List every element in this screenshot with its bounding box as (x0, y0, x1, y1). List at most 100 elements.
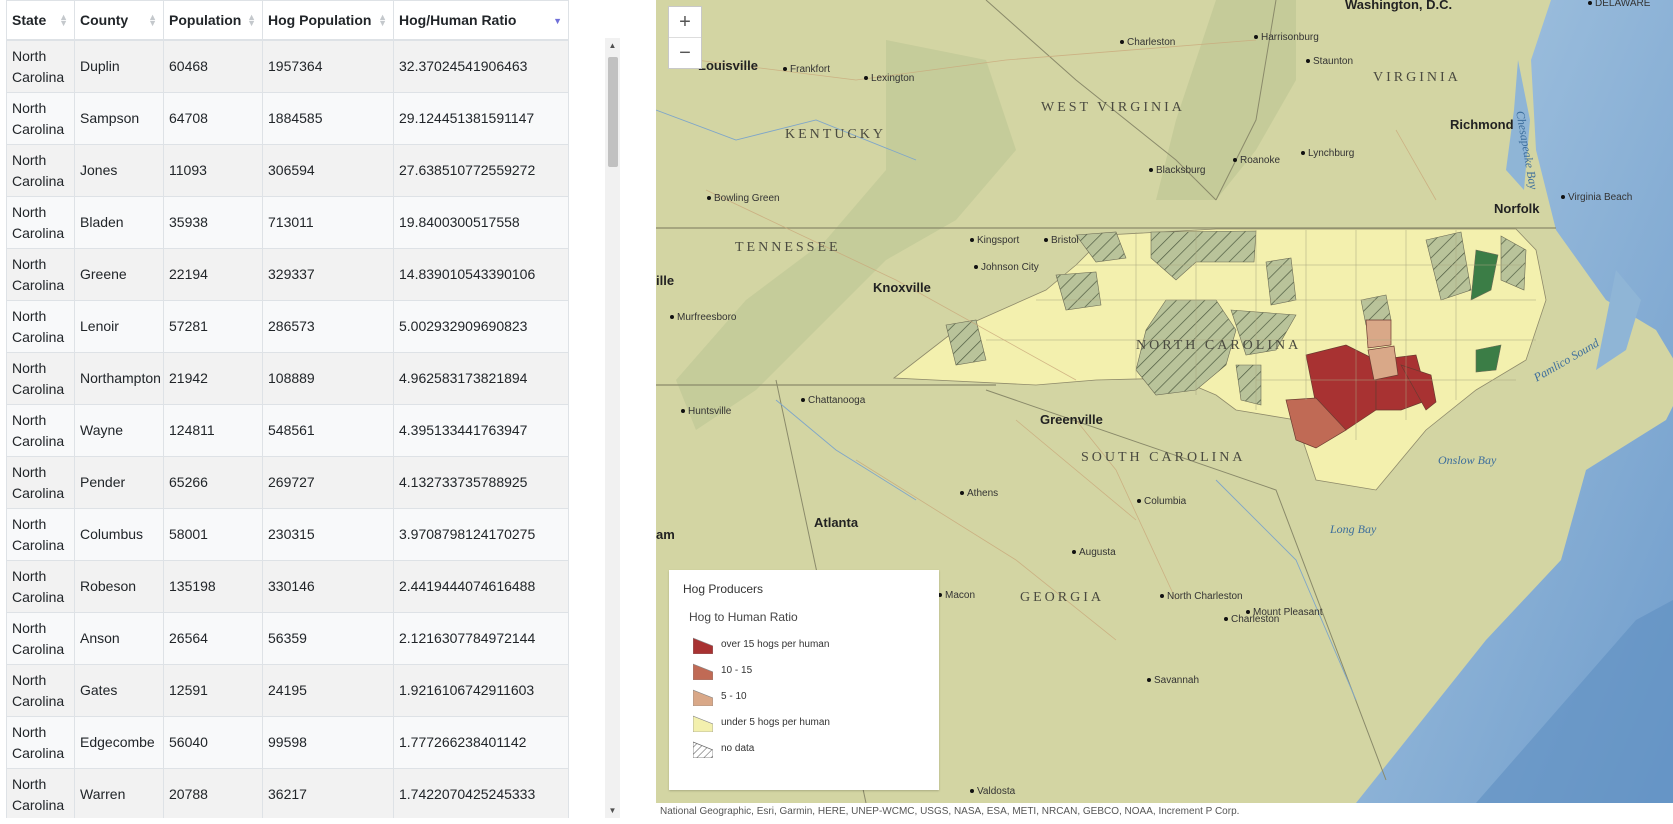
county-cell: Greene (74, 248, 164, 301)
table-row[interactable]: North Carolina Greene 22194 329337 14.839010… (6, 248, 569, 301)
county-cell: Sampson (74, 92, 164, 145)
map-place-label: Onslow Bay (1438, 453, 1497, 467)
map-place-label: Murfreesboro (670, 312, 736, 323)
legend-label: over 15 hogs per human (721, 639, 830, 650)
hog-population-cell: 286573 (262, 300, 394, 353)
table-row[interactable]: North Carolina Sampson 64708 1884585 29.1244… (6, 92, 569, 145)
table-scrollbar[interactable]: ▲ ▼ (605, 38, 620, 818)
scroll-down-arrow-icon[interactable]: ▼ (605, 803, 620, 818)
map-place-label: Johnson City (974, 262, 1039, 273)
state-cell: North Carolina (6, 248, 75, 301)
table-header-row: State ▲ ▼ County ▲ ▼ Population ▲ ▼ Hog Popula… (6, 0, 569, 41)
column-header-population[interactable]: Population ▲ ▼ (163, 0, 263, 41)
table-row[interactable]: North Carolina Warren 20788 36217 1.74220704… (6, 768, 569, 818)
hog-human-ratio-cell: 4.132733735788925 (393, 456, 569, 509)
hog-population-cell: 329337 (262, 248, 394, 301)
population-cell: 57281 (163, 300, 263, 353)
scrollbar-thumb[interactable] (608, 57, 618, 167)
table-row[interactable]: North Carolina Anson 26564 56359 2.121630778… (6, 612, 569, 665)
map-place-label: Lexington (864, 73, 914, 84)
sort-icon[interactable]: ▲ ▼ (378, 13, 387, 28)
column-header-hog-human-ratio[interactable]: Hog/Human Ratio ▼ (393, 0, 569, 41)
legend-swatch-icon (692, 688, 714, 707)
map-place-label: ille (656, 273, 675, 288)
zoom-controls: + − (668, 6, 702, 69)
hog-population-cell: 1884585 (262, 92, 394, 145)
hog-human-ratio-cell: 3.9708798124170275 (393, 508, 569, 561)
sort-icon[interactable]: ▲ ▼ (59, 13, 68, 28)
column-header-hog-population[interactable]: Hog Population ▲ ▼ (262, 0, 394, 41)
state-cell: North Carolina (6, 39, 75, 93)
map-place-label: Chattanooga (801, 395, 865, 406)
county-cell: Robeson (74, 560, 164, 613)
map-place-label: TENNESSEE (735, 240, 841, 255)
table-row[interactable]: North Carolina Northampton 21942 108889 4.96… (6, 352, 569, 405)
sort-icon[interactable]: ▲ ▼ (148, 13, 157, 28)
map-place-label: Kingsport (970, 235, 1019, 246)
city-marker-icon (783, 67, 787, 72)
map-place-label: Savannah (1147, 675, 1199, 686)
zoom-in-button[interactable]: + (669, 7, 701, 38)
hog-human-ratio-cell: 1.777266238401142 (393, 716, 569, 769)
table-row[interactable]: North Carolina Duplin 60468 1957364 32.37024… (6, 39, 569, 93)
table-row[interactable]: North Carolina Edgecombe 56040 99598 1.77726… (6, 716, 569, 769)
city-marker-icon (1306, 59, 1310, 64)
state-cell: North Carolina (6, 612, 75, 665)
map-place-label: Staunton (1306, 56, 1353, 67)
column-header-county[interactable]: County ▲ ▼ (74, 0, 164, 41)
legend-swatch-icon (692, 740, 714, 759)
legend-label: no data (721, 743, 755, 754)
table-row[interactable]: North Carolina Robeson 135198 330146 2.44194… (6, 560, 569, 613)
population-cell: 22194 (163, 248, 263, 301)
table-row[interactable]: North Carolina Lenoir 57281 286573 5.0029329… (6, 300, 569, 353)
table-row[interactable]: North Carolina Pender 65266 269727 4.1327337… (6, 456, 569, 509)
map-place-label: Bowling Green (707, 193, 780, 204)
map-place-label: VIRGINIA (1373, 70, 1461, 85)
population-cell: 35938 (163, 196, 263, 249)
population-cell: 20788 (163, 768, 263, 818)
population-cell: 65266 (163, 456, 263, 509)
city-marker-icon (1120, 40, 1124, 45)
population-cell: 124811 (163, 404, 263, 457)
table-row[interactable]: North Carolina Gates 12591 24195 1.921610674… (6, 664, 569, 717)
state-cell: North Carolina (6, 768, 75, 818)
hog-human-ratio-cell: 1.7422070425245333 (393, 768, 569, 818)
city-marker-icon (1588, 1, 1592, 6)
city-marker-icon (1149, 168, 1153, 173)
map-place-label: Norfolk (1494, 201, 1540, 216)
state-cell: North Carolina (6, 92, 75, 145)
legend-swatch-icon (692, 662, 714, 681)
population-cell: 56040 (163, 716, 263, 769)
city-marker-icon (1137, 499, 1141, 504)
table-row[interactable]: North Carolina Jones 11093 306594 27.6385107… (6, 144, 569, 197)
county-cell: Pender (74, 456, 164, 509)
map-place-label: Charleston (1120, 37, 1175, 48)
scroll-up-arrow-icon[interactable]: ▲ (605, 38, 620, 53)
map-place-label: Bristol (1044, 235, 1079, 246)
county-cell: Gates (74, 664, 164, 717)
map-place-label: Lynchburg (1301, 148, 1354, 159)
table-row[interactable]: North Carolina Bladen 35938 713011 19.840030… (6, 196, 569, 249)
county-cell: Wayne (74, 404, 164, 457)
zoom-out-button[interactable]: − (669, 38, 701, 68)
hog-population-cell: 330146 (262, 560, 394, 613)
map-place-label: GEORGIA (1020, 590, 1104, 605)
map-place-label: North Charleston (1160, 591, 1243, 602)
legend-label: under 5 hogs per human (721, 717, 830, 728)
table-row[interactable]: North Carolina Columbus 58001 230315 3.97087… (6, 508, 569, 561)
map-place-label: KENTUCKY (785, 127, 886, 142)
table-row[interactable]: North Carolina Wayne 124811 548561 4.3951334… (6, 404, 569, 457)
sort-icon[interactable]: ▲ ▼ (247, 13, 256, 28)
hog-human-ratio-cell: 5.002932909690823 (393, 300, 569, 353)
hog-population-cell: 713011 (262, 196, 394, 249)
state-cell: North Carolina (6, 352, 75, 405)
hog-population-cell: 56359 (262, 612, 394, 665)
city-marker-icon (707, 196, 711, 201)
column-header-state[interactable]: State ▲ ▼ (6, 0, 75, 41)
sort-descending-icon[interactable]: ▼ (553, 17, 562, 26)
map-place-label: Greenville (1040, 412, 1103, 427)
map-place-label: Athens (960, 488, 998, 499)
city-marker-icon (1301, 151, 1305, 156)
city-marker-icon (864, 76, 868, 81)
city-marker-icon (960, 491, 964, 496)
